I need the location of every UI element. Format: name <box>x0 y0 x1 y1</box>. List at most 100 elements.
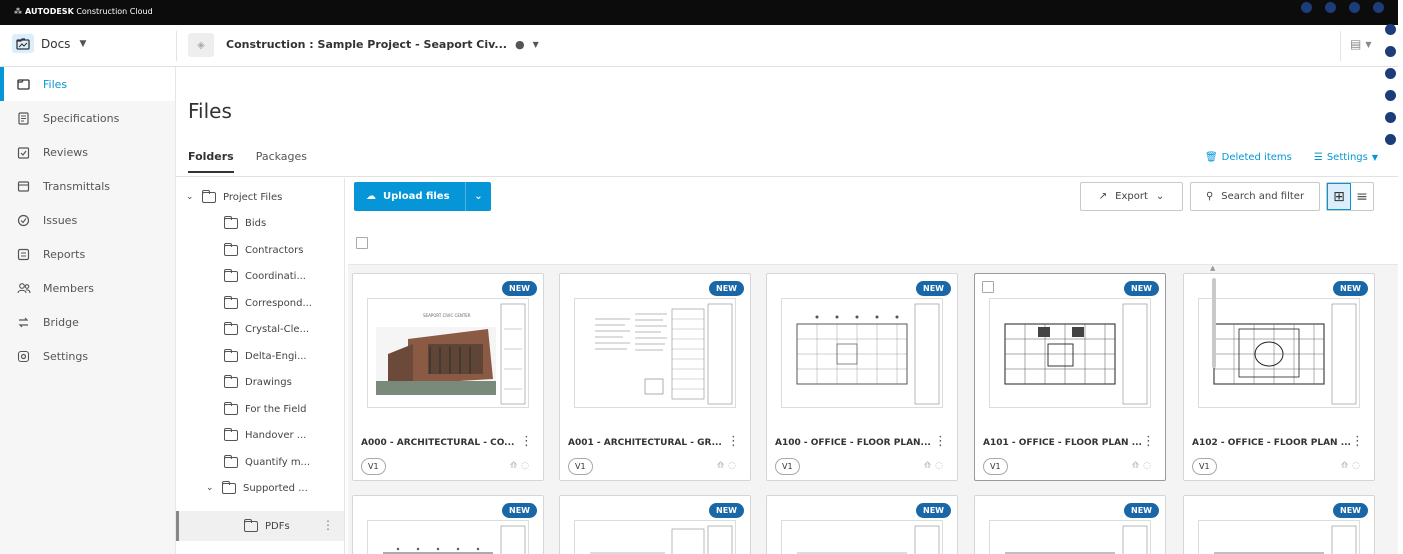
scroll-up-icon[interactable]: ▲ <box>1210 264 1215 272</box>
gear-icon <box>16 349 31 364</box>
more-options-icon[interactable]: ⋮ <box>322 518 334 532</box>
sidebar-item-specifications[interactable]: Specifications <box>0 101 175 135</box>
file-thumbnail <box>1198 520 1360 554</box>
scrollbar-thumb[interactable] <box>1212 278 1216 368</box>
trash-icon: 🗑 <box>1204 152 1218 163</box>
folder-item[interactable]: Coordinati... <box>224 263 306 289</box>
more-options-icon[interactable]: ⋮ <box>520 434 533 449</box>
list-view-icon[interactable]: ≡ <box>1351 183 1373 210</box>
version-badge[interactable]: V1 <box>983 458 1008 475</box>
tree-root[interactable]: ⌄ Project Files <box>186 184 282 210</box>
new-badge: NEW <box>502 281 537 296</box>
new-badge: NEW <box>709 281 744 296</box>
export-button[interactable]: ↗ Export ⌄ <box>1080 182 1183 211</box>
file-thumbnail <box>1198 298 1360 408</box>
project-selector[interactable]: Construction : Sample Project - Seaport … <box>226 38 539 51</box>
folder-icon <box>224 427 238 441</box>
grid-scrollbar[interactable]: ▲ <box>1210 262 1218 554</box>
new-badge: NEW <box>709 503 744 518</box>
tab-folders[interactable]: Folders <box>188 150 234 173</box>
folder-item[interactable]: Contractors <box>224 237 303 263</box>
file-thumbnail <box>574 520 736 554</box>
sidebar-item-reviews[interactable]: Reviews <box>0 135 175 169</box>
panel-splitter[interactable] <box>344 178 345 554</box>
file-thumbnail <box>781 298 943 408</box>
file-card[interactable]: NEW <box>559 495 751 554</box>
user-menu[interactable]: ▤ ▼ <box>1350 37 1372 51</box>
folder-icon <box>224 374 238 388</box>
file-thumbnail: SEAPORT CIVIC CENTER <box>367 298 529 408</box>
folder-item-expanded[interactable]: ⌄ Supported ... <box>206 475 308 501</box>
select-all-checkbox[interactable] <box>356 237 368 249</box>
sidebar-item-files[interactable]: Files <box>0 67 175 101</box>
more-options-icon[interactable]: ⋮ <box>727 434 740 449</box>
sidebar-item-label: Issues <box>43 213 78 227</box>
sidebar-item-label: Specifications <box>43 111 120 125</box>
folder-icon <box>224 268 238 282</box>
sidebar-item-settings[interactable]: Settings <box>0 339 175 373</box>
reports-icon <box>16 247 31 262</box>
more-options-icon[interactable]: ⋮ <box>1142 434 1155 449</box>
sidebar-item-bridge[interactable]: Bridge <box>0 305 175 339</box>
folder-item[interactable]: Drawings <box>224 369 292 395</box>
folder-item[interactable]: Handover ... <box>224 422 306 448</box>
specifications-icon <box>16 111 31 126</box>
folder-icon <box>224 321 238 335</box>
folder-item[interactable]: Bids <box>224 210 266 236</box>
version-badge[interactable]: V1 <box>568 458 593 475</box>
search-icon: ⚲ <box>1205 191 1214 202</box>
more-options-icon[interactable]: ⋮ <box>1351 434 1364 449</box>
transmittals-icon <box>16 179 31 194</box>
sidebar-item-reports[interactable]: Reports <box>0 237 175 271</box>
folder-tree: ⌄ Project Files Bids Contractors Coordin… <box>176 178 344 554</box>
more-options-icon[interactable]: ⋮ <box>934 434 947 449</box>
page-title: Files <box>188 99 232 123</box>
project-thumbnail[interactable]: ◈ <box>188 33 214 57</box>
markup-icons: ⟰◌ <box>509 461 533 471</box>
version-badge[interactable]: V1 <box>775 458 800 475</box>
tab-bar: Folders Packages <box>188 150 307 173</box>
new-badge: NEW <box>916 281 951 296</box>
folder-item[interactable]: Correspond... <box>224 290 312 316</box>
issues-icon <box>16 213 31 228</box>
grid-view-icon[interactable]: ⊞ <box>1327 183 1351 210</box>
file-card[interactable]: NEW A001 - ARCHITECTURAL - GR... ⋮ V1 ⟰◌ <box>559 273 751 481</box>
chevron-down-icon[interactable]: ⌄ <box>206 483 218 493</box>
folder-icon <box>224 401 238 415</box>
settings-menu[interactable]: ☰ Settings ▼ <box>1314 152 1378 163</box>
user-menu-icon: ▤ <box>1350 37 1362 51</box>
file-card[interactable]: NEW <box>352 495 544 554</box>
version-badge[interactable]: V1 <box>361 458 386 475</box>
folder-item[interactable]: Delta-Engi... <box>224 343 307 369</box>
file-card[interactable]: NEW A100 - OFFICE - FLOOR PLAN... ⋮ V1 ⟰… <box>766 273 958 481</box>
sidebar-item-issues[interactable]: Issues <box>0 203 175 237</box>
deleted-items-link[interactable]: 🗑 Deleted items <box>1205 152 1292 163</box>
search-and-filter-button[interactable]: ⚲ Search and filter <box>1190 182 1320 211</box>
module-switcher[interactable]: Docs ▼ <box>12 34 86 53</box>
reviews-icon <box>16 145 31 160</box>
upload-options-dropdown[interactable]: ⌄ <box>466 191 491 202</box>
file-card[interactable]: NEW <box>766 495 958 554</box>
sidebar-item-label: Reports <box>43 247 86 261</box>
top-actions: 🗑 Deleted items ☰ Settings ▼ <box>1205 152 1378 163</box>
folder-item[interactable]: Quantify m... <box>224 449 310 475</box>
file-card[interactable]: NEW A101 - OFFICE - FLOOR PLAN ... ⋮ V1 <box>974 273 1166 481</box>
file-thumbnail <box>781 520 943 554</box>
file-thumbnail <box>989 520 1151 554</box>
file-name: A000 - ARCHITECTURAL - CO... <box>361 438 515 448</box>
markup-icons: ⟰◌ <box>923 461 947 471</box>
app-header: Docs ▼ ◈ Construction : Sample Project -… <box>0 25 1398 67</box>
file-checkbox[interactable] <box>982 281 994 293</box>
file-card[interactable]: NEW SEAPORT CIVIC CENTER A000 - ARCHITEC… <box>352 273 544 481</box>
tab-packages[interactable]: Packages <box>256 150 307 173</box>
sidebar-item-transmittals[interactable]: Transmittals <box>0 169 175 203</box>
folder-item-selected[interactable]: PDFs <box>244 513 290 539</box>
file-card[interactable]: NEW <box>974 495 1166 554</box>
header-divider <box>176 31 177 61</box>
folder-item[interactable]: For the Field <box>224 396 306 422</box>
sidebar-item-label: Members <box>43 281 94 295</box>
chevron-down-icon[interactable]: ⌄ <box>186 192 198 202</box>
folder-item[interactable]: Crystal-Cle... <box>224 316 309 342</box>
upload-files-button[interactable]: ☁ Upload files ⌄ <box>354 182 491 211</box>
sidebar-item-members[interactable]: Members <box>0 271 175 305</box>
